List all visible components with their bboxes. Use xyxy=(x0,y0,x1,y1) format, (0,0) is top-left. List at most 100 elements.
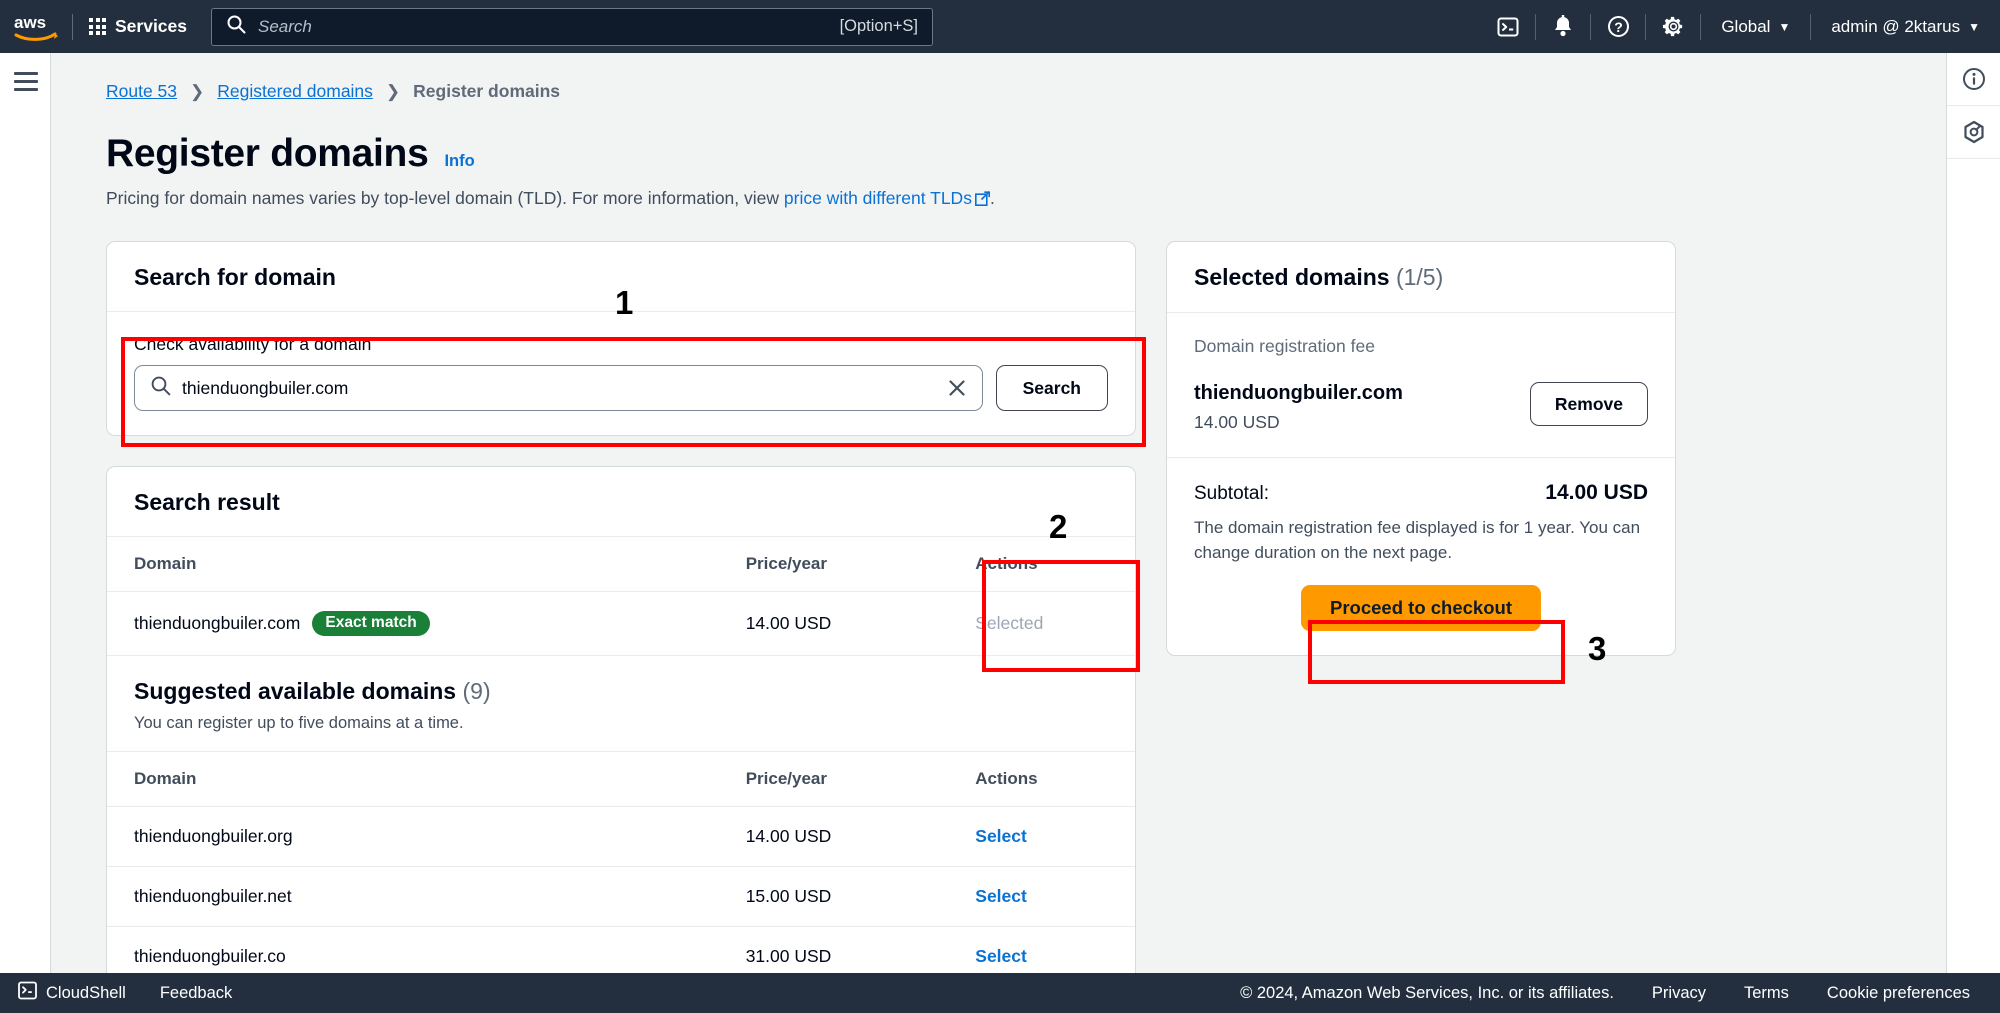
question-mark-icon[interactable]: ? xyxy=(1591,0,1645,53)
region-label: Global xyxy=(1721,16,1771,36)
breadcrumb-item-registered-domains[interactable]: Registered domains xyxy=(217,81,373,102)
region-selector[interactable]: Global ▼ xyxy=(1701,0,1810,53)
suggested-domains-header: Suggested available domains (9) You can … xyxy=(107,656,1135,751)
status-badge: Exact match xyxy=(312,611,430,636)
cloudshell-icon[interactable] xyxy=(1481,0,1535,53)
page-content: Route 53 ❯ Registered domains ❯ Register… xyxy=(106,53,1906,988)
chevron-down-icon: ▼ xyxy=(1778,19,1791,34)
table-header-row: Domain Price/year Actions xyxy=(107,751,1135,807)
select-domain-link[interactable]: Select xyxy=(975,886,1027,906)
selected-domains-title: Selected domains xyxy=(1194,264,1390,290)
privacy-link[interactable]: Privacy xyxy=(1652,984,1706,1003)
search-result-card: Search result Domain Price/year Actions xyxy=(106,466,1136,988)
left-column: Search for domain Check availability for… xyxy=(106,241,1136,988)
subtotal-value: 14.00 USD xyxy=(1545,481,1648,504)
chevron-down-icon: ▼ xyxy=(1968,19,1980,34)
result-domain-cell: thienduongbuiler.com Exact match xyxy=(107,591,746,656)
suggested-domain-cell: thienduongbuiler.net xyxy=(107,866,746,927)
annotation-number-3: 3 xyxy=(1588,630,1607,667)
services-label: Services xyxy=(115,16,188,36)
table-header-row: Domain Price/year Actions xyxy=(107,536,1135,592)
breadcrumb-item-current: Register domains xyxy=(413,81,561,101)
account-label: admin @ 2ktarus xyxy=(1831,16,1961,36)
cloudshell-label: CloudShell xyxy=(46,983,126,1002)
selected-domains-panel: Selected domains (1/5) Domain registrati… xyxy=(1166,241,1676,657)
grid-icon xyxy=(89,18,106,35)
shield-settings-icon[interactable] xyxy=(1947,106,2000,159)
main-columns: Search for domain Check availability for… xyxy=(106,241,1906,988)
selected-domains-header: Selected domains (1/5) xyxy=(1167,242,1675,312)
search-icon xyxy=(150,375,171,401)
table-row: thienduongbuiler.net 15.00 USD Select xyxy=(107,866,1135,927)
breadcrumb-separator: ❯ xyxy=(190,81,205,101)
info-circle-icon[interactable] xyxy=(1947,53,2000,106)
column-header-price: Price/year xyxy=(745,751,976,807)
gear-icon[interactable] xyxy=(1646,0,1700,53)
domain-name: thienduongbuiler.com xyxy=(134,613,301,633)
page-subtitle: Pricing for domain names varies by top-l… xyxy=(106,188,1906,211)
suggested-price-cell: 15.00 USD xyxy=(745,866,976,927)
domain-search-field[interactable] xyxy=(134,365,983,411)
checkout-button-wrap: Proceed to checkout xyxy=(1194,585,1648,632)
search-result-header: Search result xyxy=(107,467,1135,536)
search-shortcut-hint: [Option+S] xyxy=(839,17,919,35)
svg-text:?: ? xyxy=(1614,19,1623,35)
page-container: Route 53 ❯ Registered domains ❯ Register… xyxy=(51,53,1946,993)
services-menu-button[interactable]: Services xyxy=(73,0,203,53)
external-link-icon xyxy=(974,190,990,211)
selected-domain-info: thienduongbuiler.com 14.00 USD xyxy=(1194,382,1403,433)
search-result-table: Domain Price/year Actions thienduongbuil… xyxy=(107,536,1135,656)
table-row: thienduongbuiler.org 14.00 USD Select xyxy=(107,806,1135,867)
hamburger-menu-icon[interactable] xyxy=(14,72,38,96)
suggested-price-cell: 14.00 USD xyxy=(745,806,976,867)
subtitle-text-after: . xyxy=(989,188,995,208)
tld-price-link[interactable]: price with different TLDs xyxy=(784,188,972,208)
right-column: Selected domains (1/5) Domain registrati… xyxy=(1166,241,1676,657)
search-button[interactable]: Search xyxy=(995,365,1108,411)
selected-domain-item: thienduongbuiler.com 14.00 USD Remove xyxy=(1194,382,1648,433)
global-search-box[interactable]: [Option+S] xyxy=(211,7,934,46)
annotation-number-2: 2 xyxy=(1049,508,1068,545)
right-help-rail xyxy=(1946,53,2000,993)
annotation-number-1: 1 xyxy=(615,284,634,321)
page-title: Register domains xyxy=(106,132,429,175)
terms-link[interactable]: Terms xyxy=(1744,984,1789,1003)
close-x-icon[interactable] xyxy=(946,377,968,399)
selected-domains-count: (1/5) xyxy=(1395,264,1444,290)
column-header-domain: Domain xyxy=(107,751,746,807)
account-menu[interactable]: admin @ 2ktarus ▼ xyxy=(1811,0,2000,53)
result-action-selected: Selected xyxy=(975,591,1135,656)
suggested-description: You can register up to five domains at a… xyxy=(134,714,464,732)
top-navigation-bar: aws Services [Option+S] xyxy=(0,0,2000,53)
copyright-text: © 2024, Amazon Web Services, Inc. or its… xyxy=(1240,983,1614,1002)
remove-button[interactable]: Remove xyxy=(1529,382,1648,426)
suggested-domain-cell: thienduongbuiler.org xyxy=(107,806,746,867)
cookie-preferences-link[interactable]: Cookie preferences xyxy=(1827,984,1970,1003)
bell-icon[interactable] xyxy=(1536,0,1590,53)
footer-left-group: CloudShell Feedback xyxy=(0,981,232,1005)
global-search-input[interactable] xyxy=(258,16,840,37)
selected-domain-price: 14.00 USD xyxy=(1194,412,1280,432)
check-availability-label: Check availability for a domain xyxy=(134,334,372,354)
domain-search-input[interactable] xyxy=(182,377,935,399)
subtitle-text-before: Pricing for domain names varies by top-l… xyxy=(106,188,784,208)
select-domain-link[interactable]: Select xyxy=(975,946,1027,966)
suggested-count: (9) xyxy=(462,678,491,704)
footer-bar: CloudShell Feedback © 2024, Amazon Web S… xyxy=(0,973,2000,1013)
breadcrumb-item-route53[interactable]: Route 53 xyxy=(106,81,177,102)
feedback-link[interactable]: Feedback xyxy=(160,984,232,1003)
info-link[interactable]: Info xyxy=(444,152,474,171)
duration-note: The domain registration fee displayed is… xyxy=(1194,518,1641,562)
cloudshell-button[interactable]: CloudShell xyxy=(18,981,126,1005)
select-domain-link[interactable]: Select xyxy=(975,826,1027,846)
breadcrumb-separator: ❯ xyxy=(385,81,401,101)
aws-logo[interactable]: aws xyxy=(0,0,72,53)
suggested-action-cell: Select xyxy=(975,866,1135,927)
suggested-domains-table: Domain Price/year Actions thienduongbuil… xyxy=(107,751,1135,987)
selected-domains-body: Domain registration fee thienduongbuiler… xyxy=(1167,312,1675,457)
subtotal-section: Subtotal: 14.00 USD The domain registrat… xyxy=(1167,457,1675,655)
page-title-row: Register domains Info xyxy=(106,132,1906,176)
search-icon xyxy=(226,14,246,39)
column-header-actions: Actions xyxy=(975,751,1135,807)
proceed-to-checkout-button[interactable]: Proceed to checkout xyxy=(1301,585,1541,632)
